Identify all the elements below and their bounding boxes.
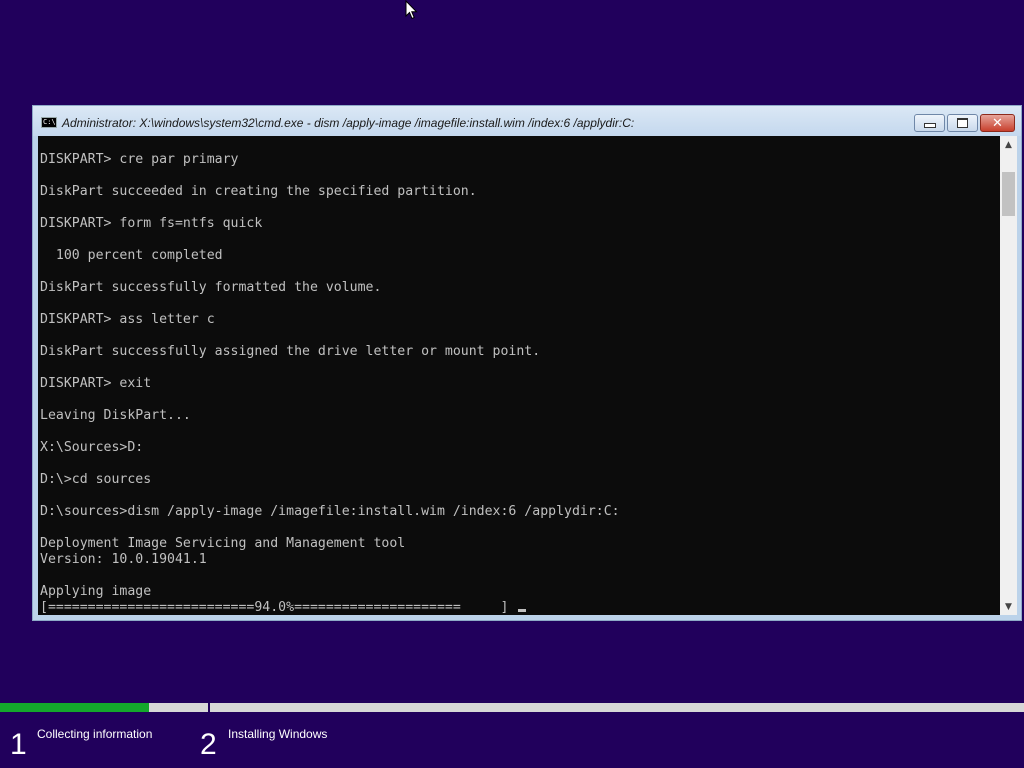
- close-button[interactable]: ✕: [980, 114, 1015, 132]
- console-line: DISKPART> exit: [40, 376, 152, 391]
- console-line: X:\Sources>D:: [40, 440, 144, 455]
- console-line: Applying image: [40, 584, 152, 599]
- mouse-pointer-icon: [405, 0, 418, 20]
- command-prompt-window[interactable]: C:\ Administrator: X:\windows\system32\c…: [32, 105, 1022, 621]
- console-line: DiskPart successfully assigned the drive…: [40, 344, 541, 359]
- step-1-label: Collecting information: [37, 727, 153, 741]
- title-bar[interactable]: C:\ Administrator: X:\windows\system32\c…: [33, 106, 1021, 136]
- console-app-icon: C:\: [41, 117, 57, 128]
- step-1-number: 1: [10, 728, 27, 761]
- console-line: DiskPart succeeded in creating the speci…: [40, 184, 477, 199]
- scroll-thumb[interactable]: [1002, 172, 1015, 216]
- console-output[interactable]: DISKPART> cre par primary DiskPart succee…: [38, 136, 1000, 615]
- step-2-number: 2: [200, 728, 217, 761]
- console-line: DiskPart successfully formatted the volu…: [40, 280, 382, 295]
- setup-progress-bar: [0, 703, 1024, 712]
- minimize-button[interactable]: [914, 114, 945, 132]
- console-line: Leaving DiskPart...: [40, 408, 191, 423]
- vertical-scrollbar[interactable]: ▲ ▼: [1000, 136, 1017, 615]
- setup-progress-fill: [0, 703, 149, 712]
- window-title: Administrator: X:\windows\system32\cmd.e…: [62, 116, 635, 130]
- maximize-icon: [957, 118, 968, 128]
- maximize-button[interactable]: [947, 114, 978, 132]
- console-text: DISKPART> cre par primary DiskPart succee…: [40, 152, 620, 615]
- step-divider: [208, 700, 210, 714]
- close-icon: ✕: [992, 115, 1003, 131]
- console-line: Deployment Image Servicing and Managemen…: [40, 536, 406, 551]
- console-line: Version: 10.0.19041.1: [40, 552, 207, 567]
- console-line: DISKPART> cre par primary: [40, 152, 239, 167]
- text-cursor: [518, 609, 527, 612]
- scroll-down-icon[interactable]: ▼: [1000, 598, 1017, 615]
- console-line: [==========================94.0%========…: [40, 600, 620, 615]
- minimize-icon: [923, 122, 936, 128]
- console-line: D:\>cd sources: [40, 472, 152, 487]
- console-line: DISKPART> ass letter c: [40, 312, 215, 327]
- console-line: D:\sources>dism /apply-image /imagefile:…: [40, 504, 620, 519]
- console-line: DISKPART> form fs=ntfs quick: [40, 216, 263, 231]
- step-2-label: Installing Windows: [228, 727, 328, 741]
- console-line: 100 percent completed: [40, 248, 223, 263]
- scroll-up-icon[interactable]: ▲: [1000, 136, 1017, 153]
